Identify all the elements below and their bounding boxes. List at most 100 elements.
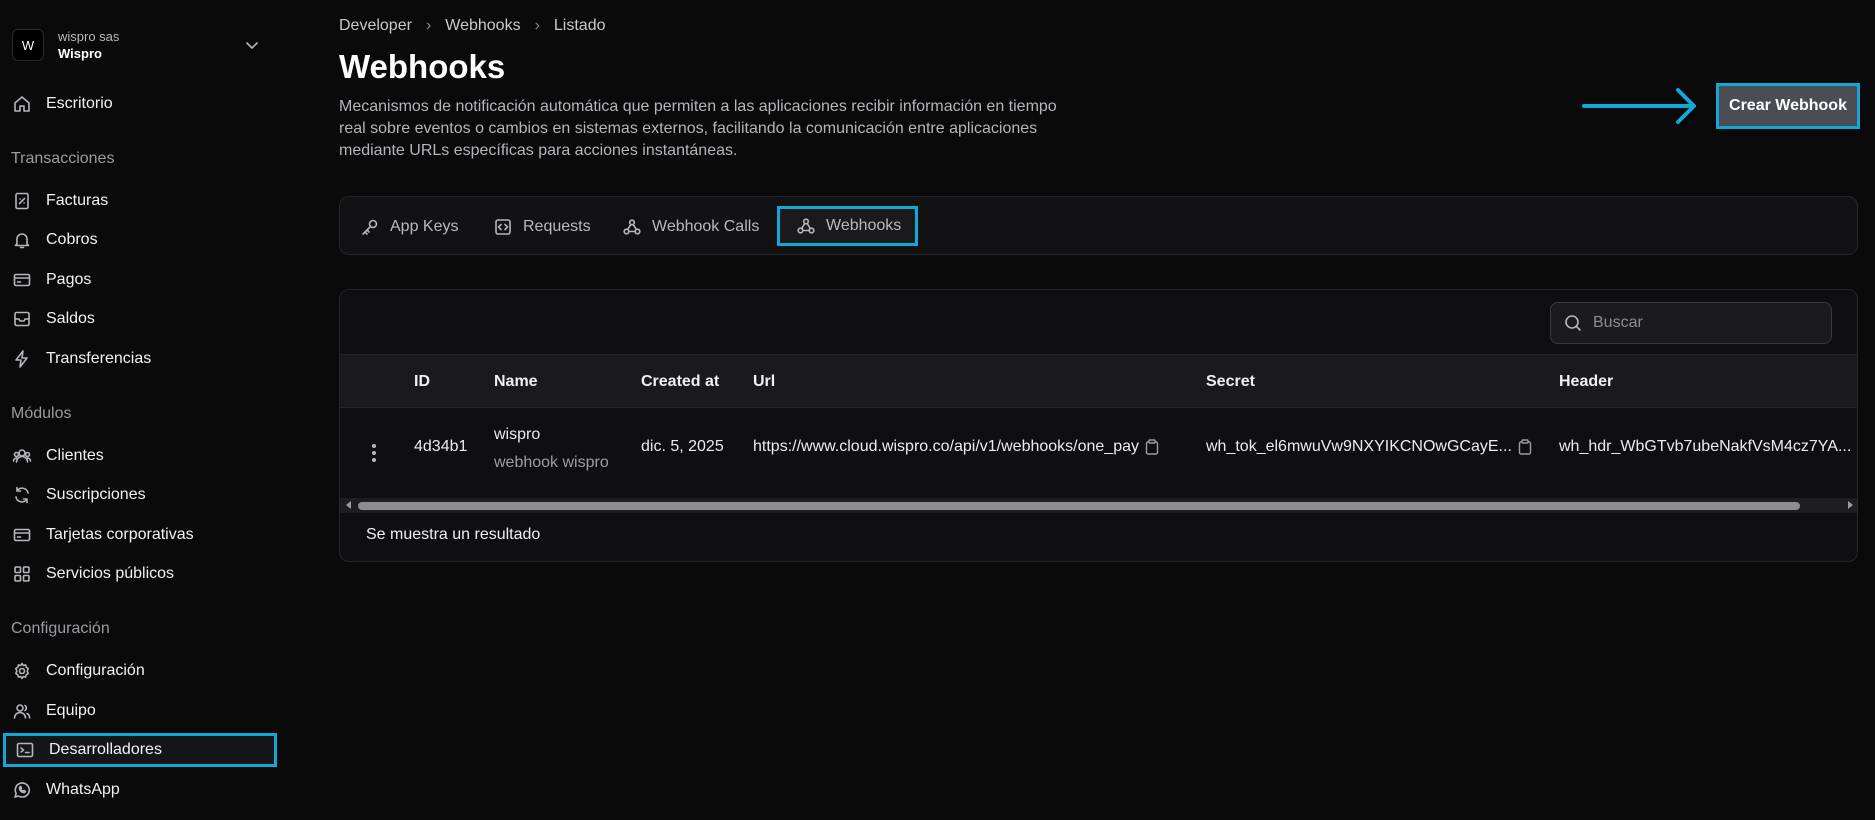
webhook-icon (623, 218, 641, 235)
tab-label: Requests (523, 217, 591, 235)
arrow-right-icon (1582, 88, 1696, 124)
cell-description: webhook wispro (494, 454, 609, 471)
refresh-icon (15, 486, 29, 504)
tab-requests[interactable]: Requests (493, 197, 591, 256)
grid-icon (14, 566, 30, 582)
sidebar-item-label: Saldos (46, 310, 95, 327)
sidebar-item-label: Facturas (46, 192, 109, 209)
table-header: ID Name Created at Url Secret Header (340, 354, 1857, 409)
search-box[interactable] (1550, 302, 1832, 344)
tab-label: App Keys (390, 217, 459, 235)
cell-secret: wh_tok_el6mwuVw9NXYIKCNOwGCayE... (1206, 438, 1532, 456)
section-title-configuracion: Configuración (11, 620, 110, 637)
tab-label: Webhook Calls (652, 217, 760, 235)
sidebar-item-configuracion[interactable]: Configuración (0, 653, 280, 689)
row-actions-icon[interactable] (372, 444, 376, 465)
breadcrumb-item-webhooks[interactable]: Webhooks (445, 17, 520, 35)
copy-icon[interactable] (1145, 439, 1159, 455)
sidebar-item-label: Equipo (46, 702, 96, 719)
code-icon (495, 218, 511, 235)
tab-webhooks[interactable]: Webhooks (777, 206, 919, 246)
tab-label: Webhooks (826, 217, 902, 234)
sidebar-item-label: WhatsApp (46, 781, 120, 798)
search-input[interactable] (1593, 314, 1823, 332)
column-header-url[interactable]: Url (753, 355, 775, 409)
breadcrumb-item-listado: Listado (553, 17, 606, 34)
team-icon (13, 704, 31, 719)
page-title: Webhooks (339, 48, 506, 85)
secret-text: wh_tok_el6mwuVw9NXYIKCNOwGCayE... (1206, 438, 1512, 455)
url-text: https://www.cloud.wispro.co/api/v1/webho… (753, 438, 1139, 455)
sidebar-item-saldos[interactable]: Saldos (0, 301, 280, 337)
table-row[interactable]: 4d34b1 wispro webhook wispro dic. 5, 202… (340, 408, 1857, 488)
sidebar-item-label: Cobros (46, 231, 98, 248)
terminal-icon (16, 742, 34, 758)
scroll-left-icon[interactable] (346, 501, 351, 509)
card-icon (13, 273, 31, 287)
page-description: Mecanismos de notificación automática qu… (339, 98, 1057, 159)
bell-icon (14, 233, 30, 249)
horizontal-scrollbar[interactable] (340, 498, 1857, 513)
sidebar: W wispro sas Wispro Escritorio Transacci… (0, 0, 280, 820)
sidebar-item-facturas[interactable]: Facturas (0, 183, 280, 219)
sidebar-item-label: Transferencias (46, 350, 152, 367)
chevron-right-icon: › (425, 17, 432, 34)
gear-icon (15, 662, 29, 680)
sidebar-item-label: Suscripciones (46, 486, 146, 503)
sidebar-item-clientes[interactable]: Clientes (0, 438, 280, 474)
sidebar-item-servicios[interactable]: Servicios públicos (0, 556, 280, 592)
tab-webhook-calls[interactable]: Webhook Calls (622, 197, 759, 256)
column-header-secret[interactable]: Secret (1206, 355, 1255, 409)
breadcrumb-item-developer[interactable]: Developer (339, 17, 412, 35)
org-avatar: W (12, 29, 44, 61)
sidebar-item-cobros[interactable]: Cobros (0, 222, 280, 258)
sidebar-item-label: Servicios públicos (46, 565, 175, 582)
tab-app-keys[interactable]: App Keys (360, 197, 458, 256)
sidebar-item-label: Pagos (46, 271, 92, 288)
cell-created-at: dic. 5, 2025 (641, 438, 724, 455)
breadcrumb: Developer › Webhooks › Listado (339, 17, 606, 35)
sidebar-item-desarrolladores[interactable]: Desarrolladores (3, 733, 277, 767)
chevron-down-icon (246, 42, 258, 49)
org-subtitle: wispro sas (58, 29, 120, 44)
home-icon (14, 96, 30, 112)
sidebar-item-escritorio[interactable]: Escritorio (0, 86, 280, 122)
sidebar-item-whatsapp[interactable]: WhatsApp (0, 772, 280, 808)
results-count: Se muestra un resultado (366, 526, 541, 543)
scrollbar-thumb[interactable] (358, 502, 1800, 510)
column-header-name[interactable]: Name (494, 355, 538, 409)
card-icon (13, 528, 31, 542)
sidebar-item-label: Clientes (46, 447, 104, 464)
tab-bar: App Keys Requests Webhook Calls Webhooks (339, 196, 1858, 255)
search-icon (1565, 315, 1581, 331)
column-header-id[interactable]: ID (414, 355, 430, 409)
sidebar-item-suscripciones[interactable]: Suscripciones (0, 477, 280, 513)
sidebar-item-transferencias[interactable]: Transferencias (0, 341, 280, 377)
whatsapp-icon (14, 782, 31, 798)
create-webhook-button[interactable]: Crear Webhook (1716, 83, 1860, 129)
scroll-right-icon[interactable] (1848, 501, 1853, 509)
key-icon (362, 219, 378, 235)
cell-url: https://www.cloud.wispro.co/api/v1/webho… (753, 438, 1159, 456)
sidebar-item-pagos[interactable]: Pagos (0, 262, 280, 298)
column-header-header[interactable]: Header (1559, 355, 1613, 409)
inbox-icon (14, 311, 30, 327)
section-title-transacciones: Transacciones (11, 150, 115, 167)
cell-header: wh_hdr_WbGTvb7ubeNakfVsM4cz7YA... (1559, 438, 1852, 455)
invoice-icon (15, 192, 29, 210)
org-switcher[interactable]: W wispro sas Wispro (12, 26, 268, 64)
sidebar-item-label: Configuración (46, 662, 145, 679)
copy-icon[interactable] (1518, 439, 1532, 455)
sidebar-item-tarjetas[interactable]: Tarjetas corporativas (0, 517, 280, 553)
sidebar-item-label: Tarjetas corporativas (46, 526, 194, 543)
chevron-right-icon: › (534, 17, 540, 34)
webhooks-table-card: ID Name Created at Url Secret Header 4d3… (339, 289, 1858, 562)
sidebar-item-label: Desarrolladores (49, 741, 162, 758)
sidebar-item-equipo[interactable]: Equipo (0, 693, 280, 729)
column-header-created-at[interactable]: Created at (641, 355, 719, 409)
cell-id: 4d34b1 (414, 438, 468, 455)
cell-name: wispro (494, 426, 541, 443)
users-icon (12, 449, 32, 463)
org-name: Wispro (58, 46, 102, 61)
section-title-modulos: Módulos (11, 405, 72, 422)
